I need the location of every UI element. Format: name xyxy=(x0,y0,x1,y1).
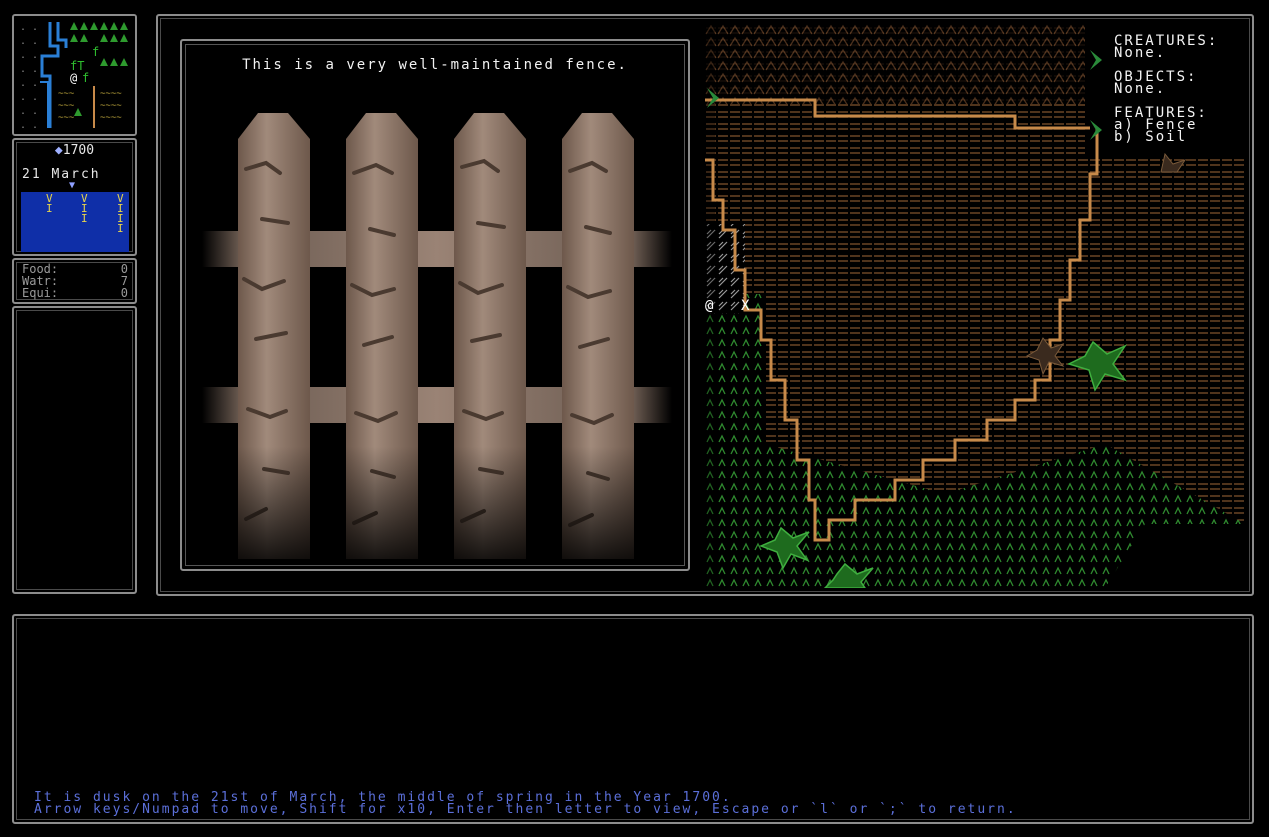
side-empty-panel xyxy=(12,306,137,594)
date-label: 21 March xyxy=(22,167,101,182)
svg-text:~~~: ~~~ xyxy=(58,113,75,123)
fence-illustration xyxy=(202,109,672,559)
year-display: ◆1700 xyxy=(54,143,95,158)
minimap: . .. .. . . .. .. . . .. . f fT f @ ~~~ ~~~… xyxy=(12,14,137,136)
objects-value: None. xyxy=(1114,81,1167,97)
stats-list: Food: 0 Watr: 7 Equi: 0 xyxy=(22,263,128,299)
svg-text:~~~~: ~~~~ xyxy=(100,89,122,99)
svg-text:@: @ xyxy=(70,71,77,85)
svg-text:. .: . . xyxy=(20,120,38,131)
season-mark: V I I I xyxy=(117,192,124,235)
svg-text:. .: . . xyxy=(20,78,38,89)
feature-item-soil[interactable]: b) Soil xyxy=(1114,130,1187,144)
object-description: This is a very well-maintained fence. xyxy=(242,57,628,73)
help-text: Arrow keys/Numpad to move, Shift for x10… xyxy=(34,802,1017,817)
svg-text:. .: . . xyxy=(20,106,38,117)
cursor-marker: X xyxy=(741,298,750,314)
svg-text:. .: . . xyxy=(20,36,38,47)
stat-equipment: Equi: 0 xyxy=(22,286,128,300)
svg-text:~~~: ~~~ xyxy=(58,101,75,111)
season-mark: V I I xyxy=(81,192,88,225)
calendar-panel: ◆1700 21 March ▼ V I V I I V I I I xyxy=(12,138,137,256)
message-log: It is dusk on the 21st of March, the mid… xyxy=(12,614,1254,824)
svg-text:f: f xyxy=(82,71,89,85)
season-mark: V I xyxy=(46,192,53,215)
object-viewer: This is a very well-maintained fence. xyxy=(180,39,690,571)
svg-text:~~~: ~~~ xyxy=(58,89,75,99)
date-marker-icon: ▼ xyxy=(69,180,76,191)
svg-text:~~~~: ~~~~ xyxy=(100,113,122,123)
svg-text:f: f xyxy=(92,45,99,59)
svg-text:. .: . . xyxy=(20,50,38,61)
minimap-terrain: . .. .. . . .. .. . . .. . ffTf @ ~~~ ~~~… xyxy=(14,16,135,134)
svg-text:. .: . . xyxy=(20,22,38,33)
player-marker: @ xyxy=(705,298,714,314)
svg-text:. .: . . xyxy=(20,92,38,103)
stats-panel: Food: 0 Watr: 7 Equi: 0 xyxy=(12,258,137,304)
svg-text:~~~~: ~~~~ xyxy=(100,101,122,111)
gem-icon: ◆ xyxy=(54,143,63,158)
creatures-value: None. xyxy=(1114,45,1167,61)
svg-text:. .: . . xyxy=(20,64,38,75)
season-bar: V I V I I V I I I xyxy=(21,192,129,252)
